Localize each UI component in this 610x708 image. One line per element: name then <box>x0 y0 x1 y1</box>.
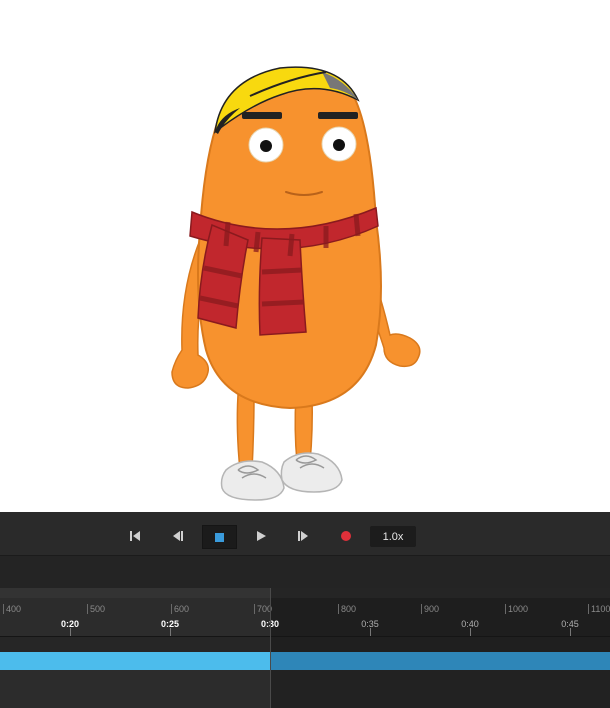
skip-to-start-icon[interactable] <box>122 526 148 546</box>
time-tick <box>170 628 171 636</box>
timeline-ruler[interactable]: 400 500 600 700 800 900 1000 1100 0:20 0… <box>0 588 610 636</box>
frame-tick <box>87 604 88 614</box>
frame-tick <box>3 604 4 614</box>
frame-label: 1100 <box>591 604 610 614</box>
potato-character <box>171 66 421 501</box>
track-lane[interactable] <box>0 670 610 708</box>
frame-tick <box>588 604 589 614</box>
time-tick <box>470 628 471 636</box>
time-tick <box>570 628 571 636</box>
animation-clip[interactable] <box>0 652 610 670</box>
track-lane[interactable] <box>0 637 610 652</box>
frame-tick <box>254 604 255 614</box>
ruler-frame-played <box>0 588 270 598</box>
record-icon[interactable] <box>333 526 359 546</box>
frame-tick <box>505 604 506 614</box>
play-icon[interactable] <box>248 526 274 546</box>
frame-label: 900 <box>424 604 440 614</box>
playhead[interactable] <box>270 588 271 708</box>
frame-label: 800 <box>341 604 357 614</box>
frame-label: 500 <box>90 604 106 614</box>
playback-controls <box>0 512 610 556</box>
frame-label: 1000 <box>508 604 529 614</box>
step-forward-icon[interactable] <box>290 526 316 546</box>
frame-label: 600 <box>174 604 190 614</box>
time-tick <box>70 628 71 636</box>
timeline-toolbar <box>0 556 610 588</box>
animation-canvas[interactable] <box>0 0 610 512</box>
stop-icon <box>215 532 224 542</box>
frame-tick <box>421 604 422 614</box>
frame-tick <box>338 604 339 614</box>
track-played-region <box>0 670 270 708</box>
frame-tick <box>171 604 172 614</box>
stop-button[interactable] <box>202 525 237 549</box>
step-back-icon[interactable] <box>165 526 191 546</box>
clip-played-region <box>0 652 270 670</box>
playback-speed-button[interactable]: 1.0x <box>370 526 416 547</box>
frame-label: 400 <box>6 604 22 614</box>
track-played-region <box>0 637 270 652</box>
time-tick <box>370 628 371 636</box>
